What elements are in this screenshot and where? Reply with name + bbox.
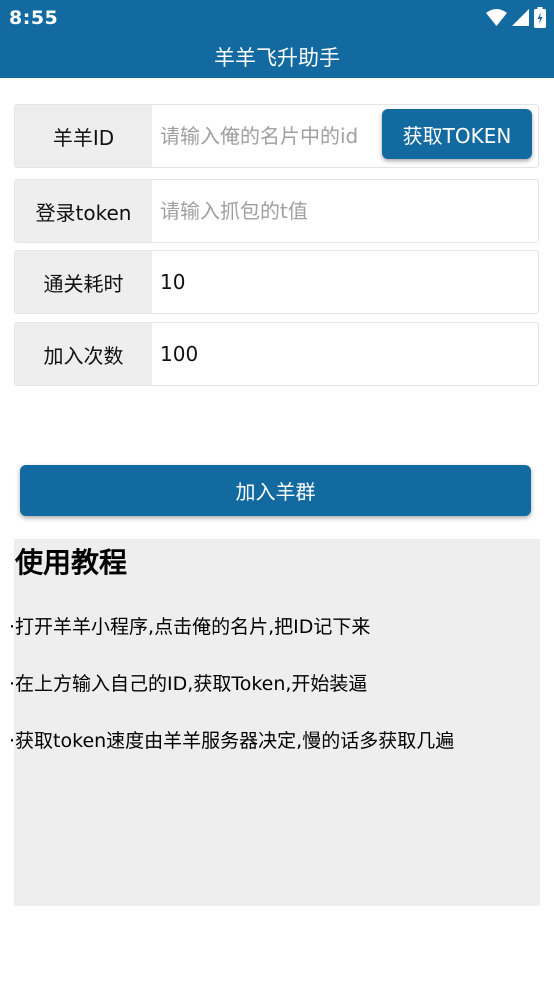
time-input[interactable] <box>152 251 538 313</box>
tutorial-item: ·打开羊羊小程序,点击俺的名片,把ID记下来 <box>9 616 371 638</box>
tutorial-item: ·获取token速度由羊羊服务器决定,慢的话多获取几遍 <box>9 730 455 752</box>
tutorial-title: 使用教程 <box>15 546 128 579</box>
count-row: 加入次数 <box>14 322 539 386</box>
tutorial-item: ·在上方输入自己的ID,获取Token,开始装逼 <box>9 673 368 695</box>
time-row: 通关耗时 <box>14 250 539 314</box>
get-token-button[interactable]: 获取TOKEN <box>382 109 532 159</box>
token-label: 登录token <box>15 180 152 242</box>
token-input[interactable] <box>152 180 538 242</box>
id-input[interactable] <box>152 105 377 167</box>
join-flock-button[interactable]: 加入羊群 <box>20 465 531 516</box>
token-row: 登录token <box>14 179 539 243</box>
count-label: 加入次数 <box>15 323 152 385</box>
id-row: 羊羊ID 获取TOKEN <box>14 104 539 168</box>
wifi-icon <box>486 8 507 30</box>
tutorial-panel: 使用教程 ·打开羊羊小程序,点击俺的名片,把ID记下来 ·在上方输入自己的ID,… <box>9 539 540 906</box>
app-title: 羊羊飞升助手 <box>214 46 340 70</box>
time-label: 通关耗时 <box>15 251 152 313</box>
app-bar: 羊羊飞升助手 <box>0 38 554 78</box>
battery-icon <box>534 6 546 32</box>
status-time: 8:55 <box>9 7 59 29</box>
signal-icon <box>512 8 529 30</box>
status-bar: 8:55 <box>0 0 554 38</box>
status-icons <box>486 6 546 32</box>
count-input[interactable] <box>152 323 538 385</box>
id-label: 羊羊ID <box>15 105 152 167</box>
